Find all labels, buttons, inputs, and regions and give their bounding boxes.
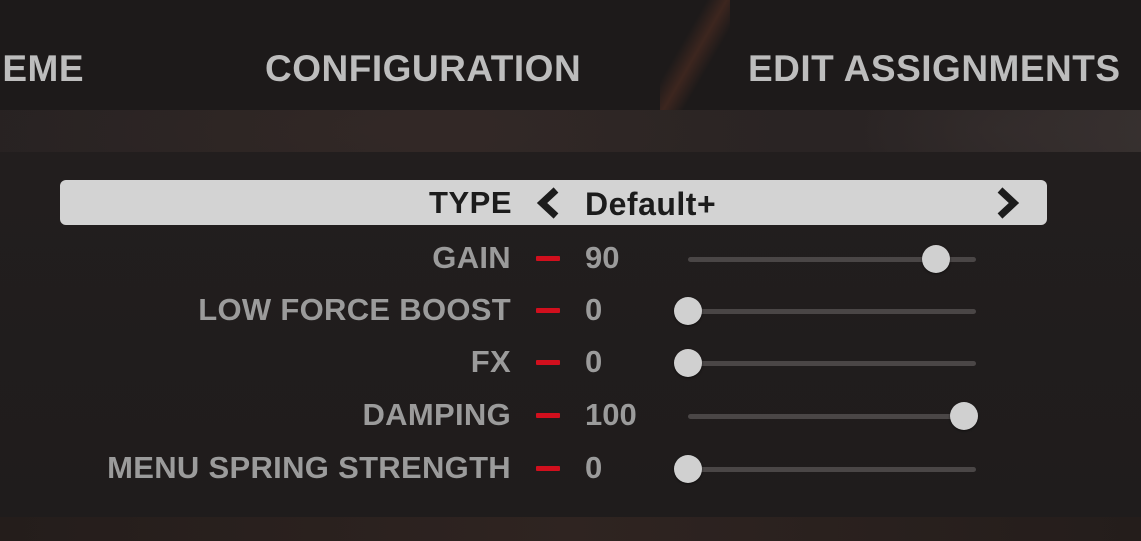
setting-label: MENU SPRING STRENGTH <box>107 450 511 485</box>
slider-handle[interactable] <box>674 349 702 377</box>
slider-track[interactable] <box>688 414 976 419</box>
slider-handle[interactable] <box>674 297 702 325</box>
slider-handle[interactable] <box>950 402 978 430</box>
setting-row-fx: FX 0 <box>0 340 1141 384</box>
setting-value: 0 <box>585 344 603 379</box>
slider-track[interactable] <box>688 467 976 472</box>
decrement-button[interactable] <box>536 308 560 313</box>
setting-row-low-force-boost: LOW FORCE BOOST 0 <box>0 288 1141 332</box>
slider-track[interactable] <box>688 309 976 314</box>
setting-label: LOW FORCE BOOST <box>198 292 511 327</box>
type-label: TYPE <box>429 185 512 220</box>
tab-theme[interactable]: THEME <box>0 46 98 92</box>
type-selector[interactable]: TYPE Default+ <box>60 180 1047 225</box>
tab-theme-label: THEME <box>0 48 84 89</box>
setting-value: 90 <box>585 240 620 275</box>
type-value: Default+ <box>585 186 717 222</box>
decrement-button[interactable] <box>536 466 560 471</box>
setting-row-gain: GAIN 90 <box>0 236 1141 280</box>
setting-value: 100 <box>585 397 637 432</box>
tab-edit-assignments[interactable]: EDIT ASSIGNMENTS <box>748 46 1121 92</box>
slider-handle[interactable] <box>674 455 702 483</box>
decrement-button[interactable] <box>536 413 560 418</box>
setting-row-menu-spring-strength: MENU SPRING STRENGTH 0 <box>0 446 1141 490</box>
tab-underline-band <box>0 110 1141 152</box>
slider-handle[interactable] <box>922 245 951 273</box>
setting-value: 0 <box>585 292 603 327</box>
tab-bar: THEME CONFIGURATION EDIT ASSIGNMENTS <box>0 0 1141 110</box>
setting-label: DAMPING <box>362 397 511 432</box>
tab-bar-accent <box>660 0 730 110</box>
setting-value: 0 <box>585 450 603 485</box>
setting-label: FX <box>470 344 511 379</box>
chevron-right-icon[interactable] <box>990 186 1024 220</box>
decrement-button[interactable] <box>536 256 560 261</box>
setting-row-damping: DAMPING 100 <box>0 393 1141 437</box>
chevron-left-icon[interactable] <box>532 186 566 220</box>
slider-track[interactable] <box>688 361 976 366</box>
tab-configuration[interactable]: CONFIGURATION <box>265 46 581 92</box>
bottom-band <box>0 517 1141 541</box>
decrement-button[interactable] <box>536 360 560 365</box>
setting-label: GAIN <box>432 240 511 275</box>
